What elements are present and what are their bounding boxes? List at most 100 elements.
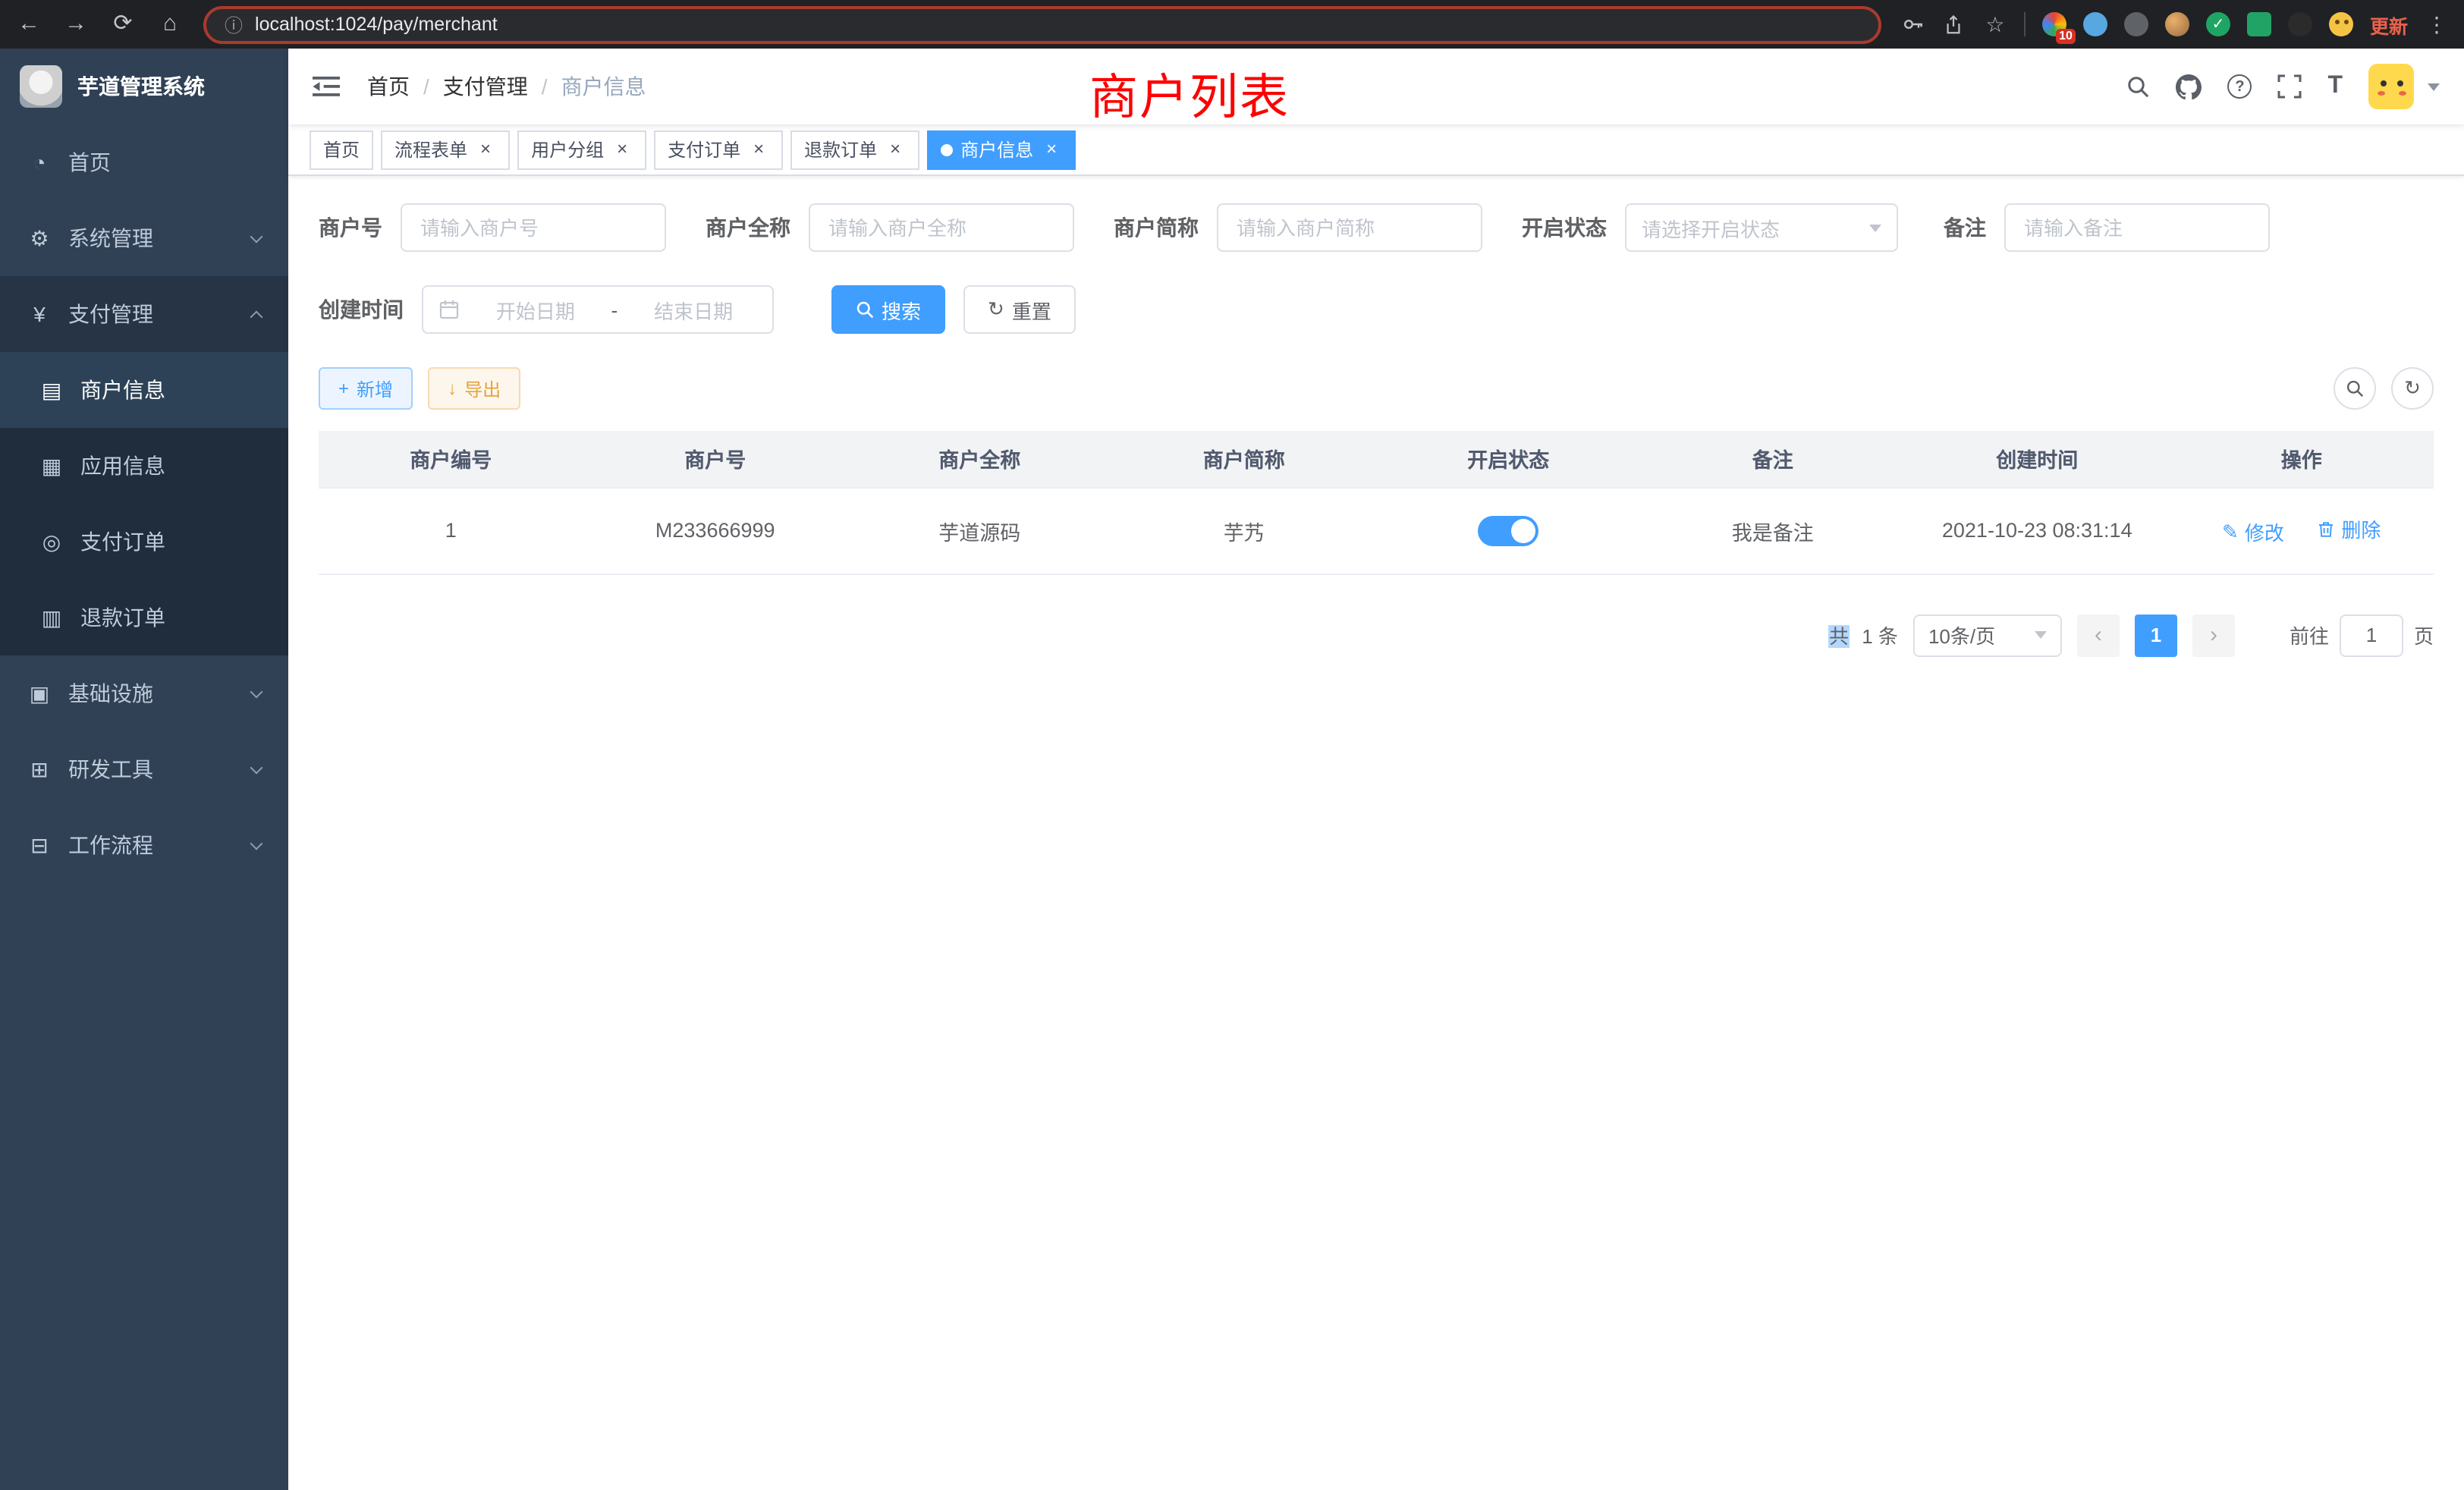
payment-submenu: ▤ 商户信息 ▦ 应用信息 ◎ 支付订单 ▥ 退款订单 bbox=[0, 352, 288, 655]
page-1-button[interactable]: 1 bbox=[2135, 614, 2177, 656]
sidebar-item-label: 基础设施 bbox=[68, 678, 153, 709]
refresh-table-button[interactable]: ↻ bbox=[2391, 367, 2434, 410]
sidebar-item-merchant-info[interactable]: ▤ 商户信息 bbox=[0, 352, 288, 428]
add-button[interactable]: + 新增 bbox=[319, 367, 413, 410]
help-icon[interactable]: ? bbox=[2227, 74, 2252, 99]
download-icon: ↓ bbox=[448, 378, 457, 399]
tab-refund-order[interactable]: 退款订单 × bbox=[790, 130, 919, 169]
search-icon[interactable] bbox=[2126, 74, 2150, 99]
extension-icon-colorful[interactable]: 10 bbox=[2042, 12, 2066, 36]
status-toggle[interactable] bbox=[1478, 515, 1538, 545]
sidebar-item-infrastructure[interactable]: ▣ 基础设施 bbox=[0, 655, 288, 731]
user-avatar[interactable] bbox=[2368, 64, 2414, 109]
sidebar-item-label: 支付订单 bbox=[80, 527, 165, 557]
sidebar-fold-icon[interactable] bbox=[313, 73, 340, 100]
extension-badge: 10 bbox=[2056, 29, 2076, 44]
calendar-icon bbox=[438, 299, 460, 320]
extension-icon-green-square[interactable] bbox=[2247, 12, 2271, 36]
toolbar-right: ↻ bbox=[2334, 367, 2434, 410]
sidebar-item-app-info[interactable]: ▦ 应用信息 bbox=[0, 428, 288, 504]
breadcrumb-home[interactable]: 首页 bbox=[367, 71, 410, 102]
extension-icon-avatar[interactable] bbox=[2165, 12, 2189, 36]
address-bar[interactable]: ⓘ localhost:1024/pay/merchant bbox=[203, 5, 1881, 43]
sidebar-item-label: 退款订单 bbox=[80, 602, 165, 633]
sidebar-item-devtools[interactable]: ⊞ 研发工具 bbox=[0, 731, 288, 807]
tab-home[interactable]: 首页 bbox=[310, 130, 373, 169]
search-button[interactable]: 搜索 bbox=[831, 285, 945, 334]
browser-actions: ☆ 10 ✓ 更新 ⋮ bbox=[1901, 10, 2449, 39]
cell-status bbox=[1376, 487, 1641, 574]
extension-icon-emoji[interactable] bbox=[2329, 12, 2353, 36]
sidebar-item-workflow[interactable]: ⊟ 工作流程 bbox=[0, 807, 288, 883]
sidebar-item-label: 首页 bbox=[68, 147, 111, 178]
breadcrumb: 首页 / 支付管理 / 商户信息 bbox=[367, 71, 646, 102]
fullscreen-icon[interactable] bbox=[2277, 74, 2302, 99]
browser-update-button[interactable]: 更新 bbox=[2370, 10, 2408, 39]
font-size-icon[interactable]: T bbox=[2327, 73, 2343, 100]
share-icon[interactable] bbox=[1942, 12, 1966, 36]
merchant-no-input[interactable] bbox=[401, 203, 666, 252]
reset-button-label: 重置 bbox=[1012, 295, 1051, 324]
close-icon[interactable]: × bbox=[885, 139, 906, 160]
chevron-down-icon bbox=[1869, 224, 1881, 231]
chevron-down-icon bbox=[2035, 631, 2047, 639]
short-name-input[interactable] bbox=[1217, 203, 1482, 252]
bookmark-star-icon[interactable]: ☆ bbox=[1983, 12, 2007, 36]
goto-page-input[interactable] bbox=[2340, 614, 2403, 656]
sidebar-item-home[interactable]: ◔ 首页 bbox=[0, 124, 288, 200]
page-size-select[interactable]: 10条/页 bbox=[1913, 614, 2062, 656]
export-button[interactable]: ↓ 导出 bbox=[428, 367, 520, 410]
delete-link[interactable]: 删除 bbox=[2317, 514, 2381, 543]
app-logo[interactable]: 芋道管理系统 bbox=[0, 49, 288, 124]
close-icon[interactable]: × bbox=[611, 139, 633, 160]
tab-user-group[interactable]: 用户分组 × bbox=[517, 130, 646, 169]
sidebar-item-label: 工作流程 bbox=[68, 830, 153, 860]
toggle-search-button[interactable] bbox=[2334, 367, 2376, 410]
yen-icon: ¥ bbox=[27, 302, 52, 326]
total-rest: 1 条 bbox=[1862, 625, 1898, 648]
browser-menu-icon[interactable]: ⋮ bbox=[2425, 12, 2449, 36]
site-info-icon[interactable]: ⓘ bbox=[225, 11, 243, 37]
chevron-down-icon bbox=[250, 685, 263, 698]
next-page-button[interactable]: › bbox=[2192, 614, 2235, 656]
tab-process-form[interactable]: 流程表单 × bbox=[381, 130, 510, 169]
sidebar-item-payment[interactable]: ¥ 支付管理 bbox=[0, 276, 288, 352]
date-range-input[interactable]: 开始日期 - 结束日期 bbox=[422, 285, 774, 334]
sidebar-item-pay-order[interactable]: ◎ 支付订单 bbox=[0, 504, 288, 580]
tab-label: 用户分组 bbox=[531, 137, 604, 162]
sidebar-item-system[interactable]: ⚙ 系统管理 bbox=[0, 200, 288, 276]
reload-button[interactable]: ⟳ bbox=[109, 11, 137, 38]
extension-icon-green-check[interactable]: ✓ bbox=[2206, 12, 2230, 36]
edit-link[interactable]: ✎ 修改 bbox=[2222, 517, 2284, 546]
plus-icon: + bbox=[338, 378, 349, 399]
breadcrumb-payment[interactable]: 支付管理 bbox=[443, 71, 528, 102]
github-icon[interactable] bbox=[2176, 74, 2202, 99]
back-button[interactable]: ← bbox=[15, 11, 42, 38]
status-select[interactable]: 请选择开启状态 bbox=[1625, 203, 1898, 252]
sidebar-item-label: 应用信息 bbox=[80, 451, 165, 481]
sidebar-item-label: 商户信息 bbox=[80, 375, 165, 405]
extension-icon-blue[interactable] bbox=[2083, 12, 2107, 36]
prev-page-button[interactable]: ‹ bbox=[2077, 614, 2120, 656]
home-button[interactable]: ⌂ bbox=[156, 11, 184, 38]
password-key-icon[interactable] bbox=[1901, 12, 1925, 36]
tab-merchant-info[interactable]: 商户信息 × bbox=[927, 130, 1076, 169]
col-actions: 操作 bbox=[2170, 431, 2434, 487]
close-icon[interactable]: × bbox=[475, 139, 496, 160]
table-header-row: 商户编号 商户号 商户全称 商户简称 开启状态 备注 创建时间 操作 bbox=[319, 431, 2434, 487]
sidebar-item-refund-order[interactable]: ▥ 退款订单 bbox=[0, 580, 288, 655]
full-name-input[interactable] bbox=[809, 203, 1074, 252]
tab-label: 商户信息 bbox=[960, 137, 1033, 162]
extension-icon-knot[interactable] bbox=[2288, 12, 2312, 36]
reset-button[interactable]: ↻ 重置 bbox=[963, 285, 1076, 334]
extension-icon-gray[interactable] bbox=[2124, 12, 2148, 36]
pagination: 共 1 条 10条/页 ‹ 1 › 前往 页 bbox=[319, 614, 2434, 656]
tab-pay-order[interactable]: 支付订单 × bbox=[654, 130, 783, 169]
close-icon[interactable]: × bbox=[1041, 139, 1062, 160]
remark-input[interactable] bbox=[2004, 203, 2270, 252]
avatar-caret-icon[interactable] bbox=[2428, 83, 2440, 90]
app-shell: 芋道管理系统 ◔ 首页 ⚙ 系统管理 ¥ 支付管理 ▤ 商户信息 bbox=[0, 49, 2464, 1490]
document-icon: ▥ bbox=[39, 605, 64, 630]
close-icon[interactable]: × bbox=[748, 139, 769, 160]
forward-button[interactable]: → bbox=[62, 11, 90, 38]
